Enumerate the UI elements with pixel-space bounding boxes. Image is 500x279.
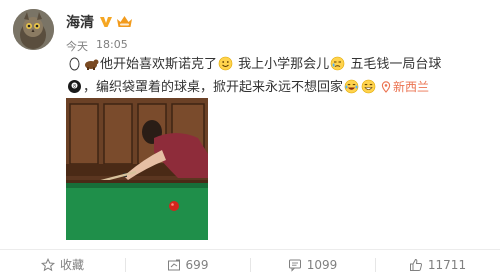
svg-text:8: 8	[73, 83, 76, 89]
post-text-2: 我上小学那会儿	[238, 57, 330, 72]
eight-ball-emoji-icon: 8	[68, 80, 81, 93]
favorite-button[interactable]: 收藏	[0, 250, 125, 279]
avatar[interactable]	[13, 9, 54, 50]
post-photo[interactable]	[66, 98, 208, 240]
post-date: 今天	[66, 40, 88, 53]
repost-icon	[167, 259, 180, 270]
like-button[interactable]: 11711	[375, 250, 500, 279]
laughing-tears-emoji-icon	[344, 79, 359, 94]
repost-count: 699	[185, 257, 209, 272]
location-tag[interactable]: 新西兰	[377, 80, 429, 94]
bear-emoji-icon	[85, 59, 99, 70]
username[interactable]: 海清	[66, 12, 94, 32]
tearful-face-emoji-icon	[330, 56, 345, 71]
location-name: 新西兰	[393, 80, 430, 94]
post-text-1: 他开始喜欢斯诺克了	[100, 57, 218, 72]
weibo-post-card: 海清 今天 18:05 他开始喜欢斯诺克了 我上小学那会儿 五毛钱一局台球 8 …	[0, 0, 500, 279]
post-content: 他开始喜欢斯诺克了 我上小学那会儿 五毛钱一局台球 8 ，编织袋罩着的球桌，掀开…	[66, 54, 446, 99]
smiling-face-emoji-icon	[218, 56, 233, 71]
comment-count: 1099	[306, 257, 338, 272]
thumbs-up-icon	[409, 258, 422, 271]
grinning-face-emoji-icon	[361, 79, 376, 94]
favorite-label: 收藏	[59, 258, 84, 272]
vip-crown-icon[interactable]	[116, 15, 133, 29]
post-meta: 今天 18:05	[66, 38, 128, 54]
star-icon	[40, 257, 55, 271]
repost-button[interactable]: 699	[125, 250, 250, 279]
post-action-bar: 收藏 699 1099 11711	[0, 250, 500, 279]
comment-button[interactable]: 1099	[250, 250, 375, 279]
post-time: 18:05	[96, 38, 128, 51]
comment-icon	[288, 259, 301, 272]
post-text-4: ，编织袋罩着的球桌，掀开起来永远不想回家	[83, 80, 344, 95]
egg-emoji-icon	[69, 57, 80, 71]
post-text-3: 五毛钱一局台球	[350, 57, 442, 72]
verified-v-badge-icon	[100, 17, 112, 27]
like-count: 11711	[427, 257, 467, 272]
location-pin-icon	[381, 81, 391, 93]
